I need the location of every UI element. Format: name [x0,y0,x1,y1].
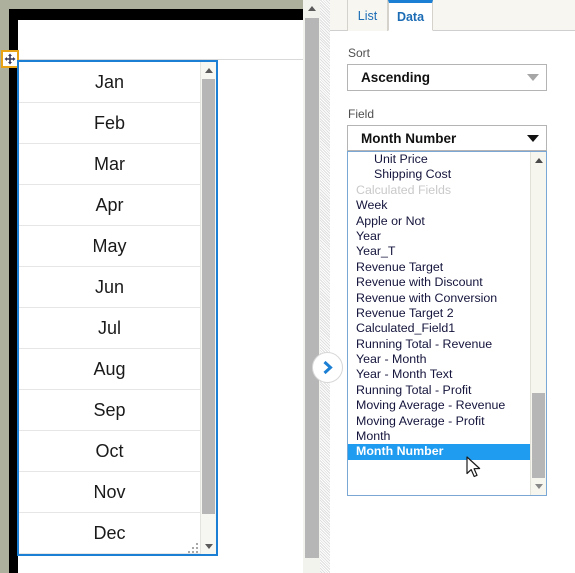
dropdown-option[interactable]: Year [348,229,530,244]
dropdown-group-header: Calculated Fields [356,182,452,197]
dropdown-option[interactable]: Calculated_Field1 [348,321,530,336]
dropdown-scrollbar[interactable] [530,152,546,495]
month-list[interactable]: Jan Feb Mar Apr May Jun Jul Aug Sep Oct … [19,62,200,554]
list-item[interactable]: Jun [19,267,200,308]
panel-body: Sort Ascending Field Month Number Unit P… [330,31,575,573]
field-select[interactable]: Month Number [347,125,547,151]
list-item[interactable]: Mar [19,144,200,185]
list-item[interactable]: Apr [19,185,200,226]
dropdown-option[interactable]: Unit Price [348,152,530,167]
list-item[interactable]: Nov [19,472,200,513]
field-dropdown-list[interactable]: Unit Price Shipping Cost Calculated Fields… [347,151,547,496]
scrollbar-thumb[interactable] [532,393,545,478]
dropdown-option[interactable]: Moving Average - Profit [348,414,530,429]
scroll-down-button[interactable] [531,479,546,494]
list-item[interactable]: Oct [19,431,200,472]
move-four-arrows-icon [4,53,16,65]
list-item[interactable]: Aug [19,349,200,390]
list-item[interactable]: Jan [19,62,200,103]
chevron-right-icon [323,360,333,375]
dropdown-option[interactable]: Revenue Target 2 [348,306,530,321]
sort-dropdown-arrow[interactable] [520,74,546,81]
tab-list[interactable]: List [347,0,388,31]
scroll-up-button[interactable] [303,0,320,17]
canvas-left-margin [0,0,9,573]
triangle-down-icon [534,484,543,489]
dropdown-option[interactable]: Moving Average - Revenue [348,398,530,413]
list-item[interactable]: Sep [19,390,200,431]
tab-label: Data [396,9,425,24]
triangle-up-icon [534,158,543,163]
dropdown-option[interactable]: Year_T [348,244,530,259]
canvas-vertical-scrollbar[interactable] [303,0,320,573]
scrollbar-thumb[interactable] [202,79,215,514]
dropdown-option[interactable]: Revenue Target [348,260,530,275]
list-item[interactable]: Feb [19,103,200,144]
field-value: Month Number [361,130,457,146]
panel-expander-button[interactable] [312,352,343,383]
dropdown-option[interactable]: Month [348,429,530,444]
tab-label: List [357,8,378,23]
field-label: Field [348,107,375,121]
dropdown-option[interactable]: Running Total - Profit [348,383,530,398]
chevron-down-icon [527,74,539,81]
list-item[interactable]: Jul [19,308,200,349]
list-item[interactable]: May [19,226,200,267]
dropdown-options[interactable]: Unit Price Shipping Cost Calculated Fields… [348,152,530,495]
sort-value: Ascending [361,70,431,85]
dropdown-option[interactable]: Shipping Cost [348,167,530,182]
sort-label: Sort [348,46,371,60]
dropdown-option[interactable]: Apple or Not [348,214,530,229]
list-item[interactable]: Dec [19,513,200,554]
dropdown-option[interactable]: Revenue with Discount [348,275,530,290]
dropdown-option[interactable]: Revenue with Conversion [348,291,530,306]
month-list-scrollbar[interactable] [200,62,216,554]
resize-grip-icon[interactable] [188,541,200,553]
scroll-down-button[interactable] [201,538,216,554]
dropdown-option[interactable]: Year - Month [348,352,530,367]
dropdown-option[interactable]: Week [348,198,530,213]
month-list-widget[interactable]: Jan Feb Mar Apr May Jun Jul Aug Sep Oct … [17,60,218,556]
panel-tabs: List Data [330,0,575,31]
properties-panel: List Data Sort Ascending Field Month Num… [330,0,575,573]
app-root: Jan Feb Mar Apr May Jun Jul Aug Sep Oct … [0,0,575,573]
triangle-up-icon [307,6,316,11]
panel-splitter[interactable] [320,0,330,573]
scrollbar-thumb[interactable] [305,18,319,558]
chevron-down-icon [527,134,539,142]
sort-select[interactable]: Ascending [347,64,547,91]
field-dropdown-arrow[interactable] [520,134,546,142]
tab-data[interactable]: Data [388,0,433,31]
dropdown-option[interactable]: Year - Month Text [348,367,530,382]
dropdown-option[interactable]: Month Number [348,444,530,460]
triangle-down-icon [204,543,213,549]
scroll-up-button[interactable] [201,62,216,78]
dropdown-option[interactable]: Running Total - Revenue [348,337,530,352]
triangle-up-icon [204,67,213,73]
design-canvas: Jan Feb Mar Apr May Jun Jul Aug Sep Oct … [0,0,303,573]
canvas-top-margin [0,0,303,9]
scroll-up-button[interactable] [531,153,546,168]
